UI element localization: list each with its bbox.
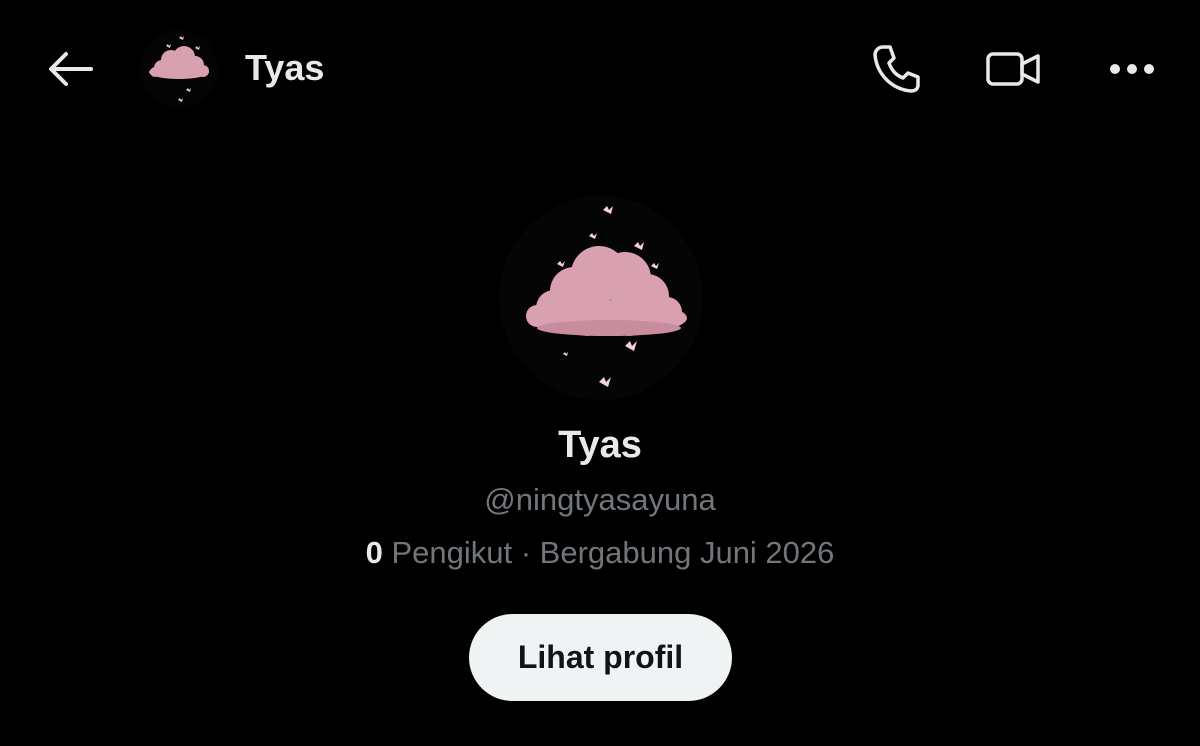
followers-label: Pengikut — [382, 535, 513, 570]
more-options-button[interactable] — [1102, 40, 1162, 98]
followers-count: 0 — [365, 535, 383, 570]
arrow-left-icon — [49, 52, 93, 86]
cloud-avatar-image — [149, 36, 209, 102]
conversation-header: Tyas — [0, 0, 1200, 140]
profile-meta: 0 Pengikut · Bergabung Juni 2026 — [0, 531, 1200, 575]
joined-date: Bergabung Juni 2026 — [539, 535, 835, 570]
profile-handle: @ningtyasayuna — [484, 482, 716, 517]
header-title: Tyas — [245, 47, 325, 88]
view-profile-button[interactable]: Lihat profil — [469, 614, 732, 701]
video-camera-icon — [986, 52, 1040, 86]
more-horizontal-icon — [1110, 64, 1154, 74]
meta-separator: · — [512, 535, 540, 570]
back-button[interactable] — [40, 44, 100, 94]
video-call-button[interactable] — [983, 40, 1043, 98]
phone-icon — [873, 45, 920, 93]
cloud-avatar-image — [526, 206, 687, 387]
profile-name: Tyas — [558, 424, 642, 466]
voice-call-button[interactable] — [866, 40, 926, 98]
header-avatar[interactable] — [140, 30, 218, 108]
profile-avatar[interactable] — [499, 196, 703, 400]
